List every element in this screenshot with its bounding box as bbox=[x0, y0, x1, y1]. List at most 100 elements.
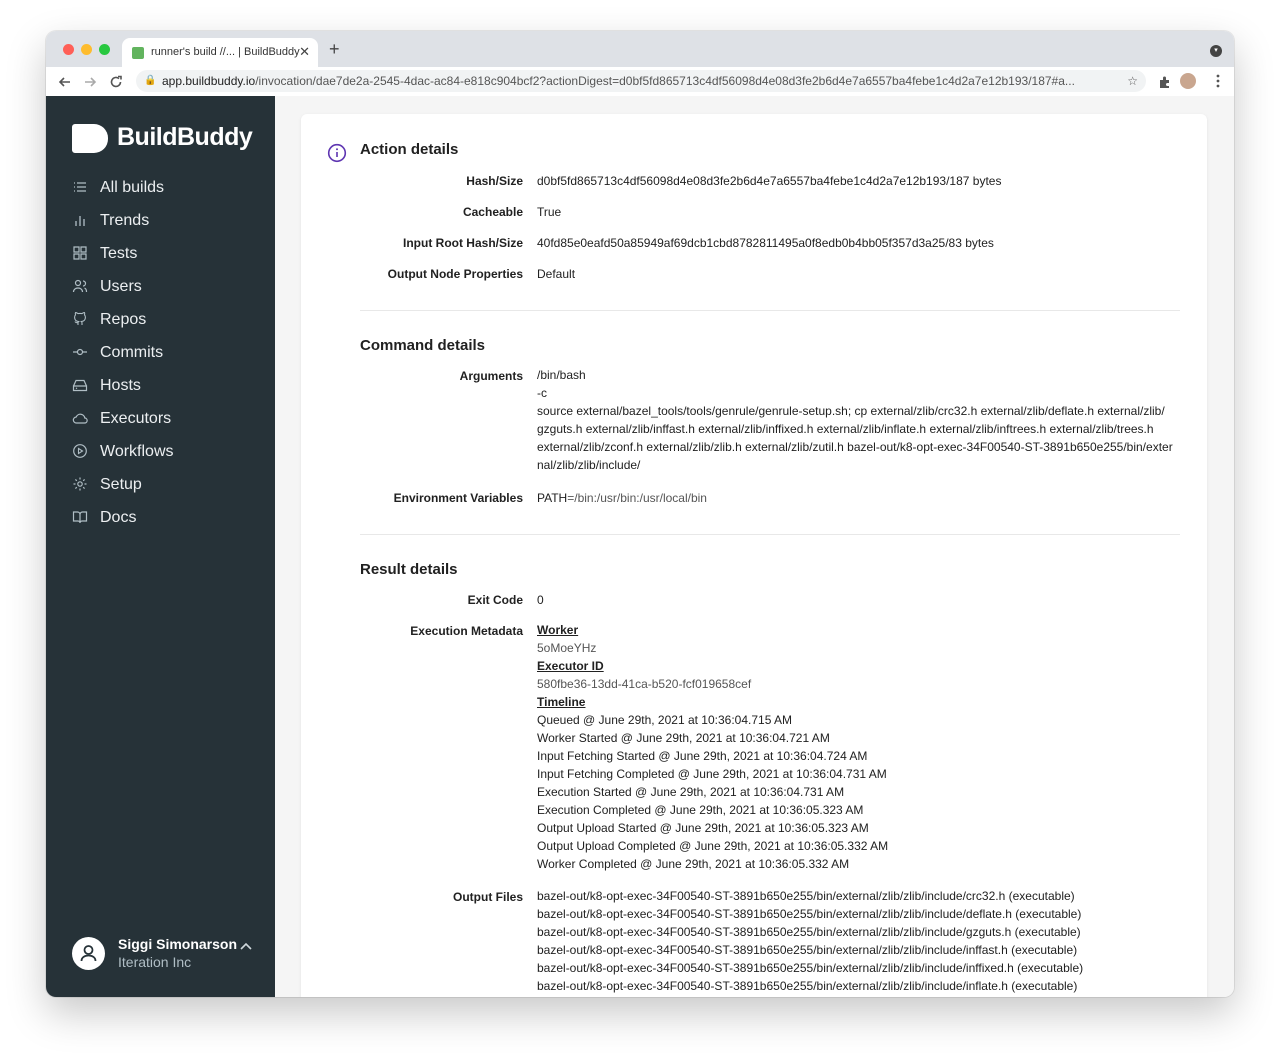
sidebar-item-label: Workflows bbox=[100, 443, 174, 460]
timeline-entry: Execution Completed @ June 29th, 2021 at… bbox=[537, 803, 864, 817]
forward-icon[interactable] bbox=[83, 75, 97, 89]
sidebar-item-label: Repos bbox=[100, 311, 147, 328]
browser-toolbar: 🔒 app.buildbuddy.io/invocation/dae7de2a-… bbox=[46, 67, 1234, 97]
star-icon[interactable]: ☆ bbox=[1127, 70, 1138, 92]
output-file[interactable]: bazel-out/k8-opt-exec-34F00540-ST-3891b6… bbox=[537, 941, 1083, 959]
exit-code-value: 0 bbox=[537, 593, 544, 607]
lock-icon[interactable]: 🔒 bbox=[144, 70, 156, 92]
timeline-entry: Queued @ June 29th, 2021 at 10:36:04.715… bbox=[537, 713, 793, 727]
output-files-label: Output Files bbox=[453, 890, 523, 904]
sidebar-item-label: Executors bbox=[100, 410, 172, 427]
sidebar-item-trends[interactable]: Trends bbox=[46, 205, 275, 238]
arguments-label: Arguments bbox=[459, 369, 523, 383]
app: BuildBuddy All builds Trends Tests Users… bbox=[46, 96, 1234, 997]
commit-icon bbox=[73, 348, 87, 356]
divider bbox=[360, 310, 1180, 311]
user-org: Iteration Inc bbox=[118, 954, 192, 970]
output-file[interactable]: bazel-out/k8-opt-exec-34F00540-ST-3891b6… bbox=[537, 905, 1083, 923]
sidebar-item-label: Hosts bbox=[100, 377, 141, 394]
sidebar-item-repos[interactable]: Repos bbox=[46, 304, 275, 337]
output-file[interactable]: bazel-out/k8-opt-exec-34F00540-ST-3891b6… bbox=[537, 923, 1083, 941]
argument-line: /bin/bash bbox=[537, 368, 586, 382]
reload-icon[interactable] bbox=[109, 75, 123, 89]
menu-icon[interactable] bbox=[1216, 74, 1220, 88]
info-icon bbox=[327, 143, 347, 163]
sidebar-item-all-builds[interactable]: All builds bbox=[46, 172, 275, 205]
logo-text: BuildBuddy bbox=[117, 123, 253, 151]
sidebar-item-commits[interactable]: Commits bbox=[46, 337, 275, 370]
argument-line: external/zlib/zconf.h external/zlib/zlib… bbox=[537, 440, 1173, 454]
output-node-label: Output Node Properties bbox=[387, 267, 523, 281]
logo-mark-icon bbox=[72, 124, 108, 153]
output-file[interactable]: bazel-out/k8-opt-exec-34F00540-ST-3891b6… bbox=[537, 959, 1083, 977]
user-menu[interactable]: Siggi Simonarson Iteration Inc bbox=[46, 917, 275, 997]
arguments-value: /bin/bash -c source external/bazel_tools… bbox=[537, 366, 1173, 474]
url-path: /invocation/dae7de2a-2545-4dac-ac84-e818… bbox=[255, 74, 1075, 88]
list-icon bbox=[74, 182, 86, 192]
browser-tab[interactable]: runner's build //... | BuildBuddy ✕ bbox=[122, 38, 318, 67]
main-content: Action details Hash/Size d0bf5fd865713c4… bbox=[275, 96, 1234, 997]
sidebar-item-label: Setup bbox=[100, 476, 142, 493]
output-file[interactable]: bazel-out/k8-opt-exec-34F00540-ST-3891b6… bbox=[537, 977, 1083, 995]
chevron-up-icon[interactable] bbox=[238, 939, 254, 955]
avatar bbox=[72, 937, 105, 970]
sidebar-item-workflows[interactable]: Workflows bbox=[46, 436, 275, 469]
close-window-button[interactable] bbox=[63, 44, 74, 55]
timeline-entry: Worker Started @ June 29th, 2021 at 10:3… bbox=[537, 731, 830, 745]
output-files-list: bazel-out/k8-opt-exec-34F00540-ST-3891b6… bbox=[537, 887, 1083, 995]
tab-close-icon[interactable]: ✕ bbox=[299, 44, 310, 60]
input-root-label: Input Root Hash/Size bbox=[403, 236, 523, 250]
result-details-title: Result details bbox=[360, 561, 458, 578]
action-card: Action details Hash/Size d0bf5fd865713c4… bbox=[301, 114, 1207, 997]
sidebar-item-setup[interactable]: Setup bbox=[46, 469, 275, 502]
address-bar[interactable]: 🔒 app.buildbuddy.io/invocation/dae7de2a-… bbox=[136, 70, 1146, 92]
timeline-entry: Input Fetching Started @ June 29th, 2021… bbox=[537, 749, 868, 763]
timeline-heading: Timeline bbox=[537, 695, 586, 709]
profile-avatar[interactable] bbox=[1180, 73, 1196, 89]
argument-line: source external/bazel_tools/tools/genrul… bbox=[537, 404, 1165, 418]
timeline-entry: Worker Completed @ June 29th, 2021 at 10… bbox=[537, 857, 850, 871]
sidebar-nav: All builds Trends Tests Users Repos Comm… bbox=[46, 172, 275, 535]
sidebar-item-executors[interactable]: Executors bbox=[46, 403, 275, 436]
tab-title: runner's build //... | BuildBuddy bbox=[151, 46, 300, 58]
sidebar-item-label: All builds bbox=[100, 179, 165, 196]
sidebar-item-users[interactable]: Users bbox=[46, 271, 275, 304]
hard-drive-icon bbox=[72, 379, 88, 392]
users-icon bbox=[72, 279, 88, 293]
env-vars-value: PATH=/bin:/usr/bin:/usr/local/bin bbox=[537, 491, 707, 505]
env-var-value: =/bin:/usr/bin:/usr/local/bin bbox=[567, 491, 707, 505]
minimize-window-button[interactable] bbox=[81, 44, 92, 55]
output-file[interactable]: bazel-out/k8-opt-exec-34F00540-ST-3891b6… bbox=[537, 887, 1083, 905]
url-host: app.buildbuddy.io bbox=[162, 74, 256, 88]
timeline-entry: Output Upload Started @ June 29th, 2021 … bbox=[537, 821, 869, 835]
user-name: Siggi Simonarson bbox=[118, 936, 238, 952]
extensions-icon[interactable] bbox=[1158, 75, 1172, 89]
back-icon[interactable] bbox=[58, 75, 72, 89]
play-circle-icon bbox=[73, 444, 87, 458]
settings-icon bbox=[73, 477, 87, 491]
argument-line: -c bbox=[537, 386, 547, 400]
executor-id-value: 580fbe36-13dd-41ca-b520-fcf019658cef bbox=[537, 677, 752, 691]
maximize-window-button[interactable] bbox=[99, 44, 110, 55]
env-var-name: PATH bbox=[537, 491, 568, 505]
argument-line: gzguts.h external/zlib/inffast.h externa… bbox=[537, 422, 1154, 436]
worker-value: 5oMoeYHz bbox=[537, 641, 597, 655]
sidebar-item-docs[interactable]: Docs bbox=[46, 502, 275, 535]
timeline-entry: Execution Started @ June 29th, 2021 at 1… bbox=[537, 785, 845, 799]
divider bbox=[360, 534, 1180, 535]
sidebar-item-tests[interactable]: Tests bbox=[46, 238, 275, 271]
browser-window: runner's build //... | BuildBuddy ✕ + ▾ … bbox=[46, 31, 1234, 997]
execution-metadata-value: Worker 5oMoeYHz Executor ID 580fbe36-13d… bbox=[537, 621, 888, 873]
url-text: app.buildbuddy.io/invocation/dae7de2a-25… bbox=[162, 70, 1116, 92]
new-tab-button[interactable]: + bbox=[329, 39, 340, 60]
hash-size-label: Hash/Size bbox=[466, 174, 523, 188]
sidebar-item-label: Trends bbox=[100, 212, 150, 229]
github-icon bbox=[74, 312, 86, 325]
execution-metadata-label: Execution Metadata bbox=[410, 624, 523, 638]
sidebar-item-label: Users bbox=[100, 278, 142, 295]
tab-search-icon[interactable]: ▾ bbox=[1210, 45, 1222, 57]
cacheable-value: True bbox=[537, 205, 562, 219]
sidebar-item-hosts[interactable]: Hosts bbox=[46, 370, 275, 403]
timeline-entry: Input Fetching Completed @ June 29th, 20… bbox=[537, 767, 887, 781]
bar-chart-icon bbox=[75, 216, 85, 226]
